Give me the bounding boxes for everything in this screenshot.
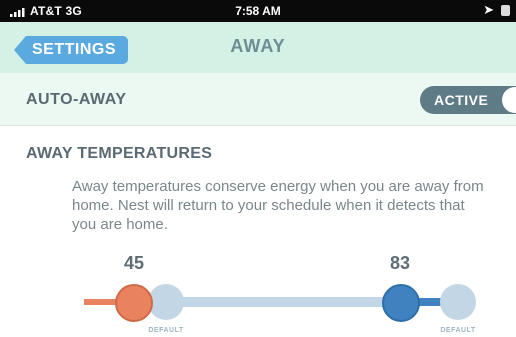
high-temperature-value: 83: [389, 253, 411, 273]
toggle-knob[interactable]: [502, 87, 516, 113]
high-temperature-handle[interactable]: [382, 284, 420, 322]
default-high-marker: [440, 284, 476, 320]
toggle-state-label: ACTIVE: [434, 92, 489, 108]
navigation-bar: SETTINGS AWAY: [0, 22, 516, 73]
default-label-right: DEFAULT: [440, 327, 476, 334]
low-temperature-handle[interactable]: [115, 284, 153, 322]
default-low-marker: [148, 284, 184, 320]
range-track: [168, 297, 388, 307]
away-description: Away temperatures conserve energy when y…: [72, 178, 484, 233]
page-title: AWAY: [230, 36, 286, 56]
auto-away-label: AUTO-AWAY: [26, 91, 127, 108]
battery-icon: [501, 5, 510, 16]
auto-away-toggle[interactable]: ACTIVE: [420, 86, 516, 114]
auto-away-row: AUTO-AWAY ACTIVE: [0, 73, 516, 126]
low-temperature-value: 45: [123, 253, 145, 273]
default-label-left: DEFAULT: [148, 327, 184, 334]
clock: 7:58 AM: [235, 4, 281, 18]
section-heading: AWAY TEMPERATURES: [26, 145, 213, 162]
location-arrow-icon: ➤: [483, 2, 494, 17]
status-bar: AT&T 3G 7:58 AM ➤: [0, 0, 516, 22]
